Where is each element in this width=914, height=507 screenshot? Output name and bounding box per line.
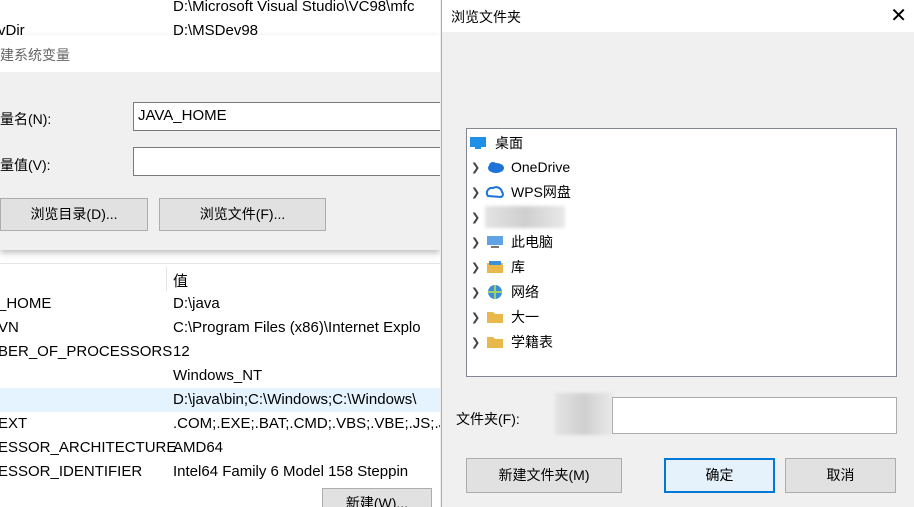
chevron-right-icon[interactable]: ❯ — [471, 186, 485, 199]
variable-name: VN — [0, 319, 19, 336]
environment-variables-window: D:\Microsoft Visual Studio\VC98\mfc vDir… — [0, 0, 440, 507]
dialog-titlebar: 浏览文件夹 ✕ — [442, 0, 914, 32]
table-row[interactable]: BER_OF_PROCESSORS 12 — [0, 340, 440, 364]
variable-value: D:\java\bin;C:\Windows;C:\Windows\ — [173, 391, 417, 408]
table-row-selected[interactable]: D:\java\bin;C:\Windows;C:\Windows\ — [0, 388, 440, 412]
chevron-right-icon[interactable]: ❯ — [471, 211, 485, 224]
tree-item-desktop[interactable]: 桌面 — [469, 131, 523, 155]
variable-value-label: 量值(V): — [0, 157, 51, 173]
path-row-value: D:\Microsoft Visual Studio\VC98\mfc — [173, 0, 415, 15]
desktop-icon — [469, 135, 489, 151]
chevron-right-icon[interactable]: ❯ — [471, 286, 485, 299]
variable-name-label: 量名(N): — [0, 111, 52, 127]
tree-item-onedrive[interactable]: ❯ OneDrive — [471, 155, 570, 179]
tree-item-label: 库 — [511, 259, 525, 275]
dialog-title: 浏览文件夹 — [451, 9, 521, 25]
tree-item-label: OneDrive — [511, 159, 571, 175]
table-row[interactable]: VN C:\Program Files (x86)\Internet Explo — [0, 316, 440, 340]
tree-item-redacted[interactable]: ❯ — [471, 205, 571, 229]
variable-value: Windows_NT — [173, 367, 263, 384]
network-icon — [485, 284, 505, 300]
tree-item-folder[interactable]: ❯ 学籍表 — [471, 330, 553, 354]
chevron-right-icon[interactable]: ❯ — [471, 336, 485, 349]
ok-button[interactable]: 确定 — [664, 458, 775, 493]
new-system-variable-dialog: 建系统变量 量名(N): JAVA_HOME 量值(V): 浏览目录(D)...… — [0, 35, 440, 250]
variable-name: _HOME — [0, 295, 52, 312]
table-row[interactable]: _HOME D:\java — [0, 292, 440, 316]
variable-value: 12 — [173, 343, 190, 360]
dialog-title: 建系统变量 — [0, 47, 70, 63]
column-separator[interactable] — [166, 267, 167, 291]
tree-item-this-pc[interactable]: ❯ 此电脑 — [471, 230, 553, 254]
redacted-area — [555, 393, 613, 435]
wps-cloud-icon — [485, 184, 505, 200]
tree-item-network[interactable]: ❯ 网络 — [471, 280, 539, 304]
chevron-right-icon[interactable]: ❯ — [471, 236, 485, 249]
tree-item-wps-cloud[interactable]: ❯ WPS网盘 — [471, 180, 571, 204]
dialog-titlebar: 建系统变量 — [0, 35, 440, 72]
new-folder-button[interactable]: 新建文件夹(M) — [466, 458, 622, 493]
variable-name: ESSOR_IDENTIFIER — [0, 463, 143, 480]
folder-icon — [485, 309, 505, 325]
tree-item-folder[interactable]: ❯ 大一 — [471, 305, 539, 329]
variable-value: AMD64 — [173, 439, 224, 456]
variables-table: 值 _HOME D:\java VN C:\Program Files (x86… — [0, 263, 440, 507]
table-row[interactable]: ESSOR_ARCHITECTURE AMD64 — [0, 436, 440, 460]
browse-file-button[interactable]: 浏览文件(F)... — [159, 198, 326, 231]
cancel-button[interactable]: 取消 — [785, 458, 896, 493]
variable-value: C:\Program Files (x86)\Internet Explo — [173, 319, 421, 336]
variable-name: EXT — [0, 415, 28, 432]
tree-item-label: 学籍表 — [511, 334, 553, 350]
table-header: 值 — [0, 267, 440, 291]
chevron-right-icon[interactable]: ❯ — [471, 311, 485, 324]
chevron-right-icon[interactable]: ❯ — [471, 161, 485, 174]
tree-item-label: 桌面 — [495, 135, 523, 151]
value-column-header[interactable]: 值 — [173, 270, 188, 291]
new-variable-button[interactable]: 新建(W)... — [322, 488, 432, 507]
tree-item-label: 网络 — [511, 284, 539, 300]
browse-folder-dialog: 浏览文件夹 ✕ 桌面 ❯ OneDrive ❯ WPS网盘 ❯ ❯ 此电脑 ❯ … — [441, 0, 914, 507]
folder-input[interactable] — [612, 397, 897, 434]
table-row[interactable]: Windows_NT — [0, 364, 440, 388]
folder-label: 文件夹(F): — [456, 411, 520, 427]
close-icon[interactable]: ✕ — [890, 3, 907, 28]
computer-icon — [485, 234, 505, 250]
blurred-icon — [485, 206, 565, 228]
folder-tree[interactable]: 桌面 ❯ OneDrive ❯ WPS网盘 ❯ ❯ 此电脑 ❯ 库 ❯ 网络 ❯… — [466, 128, 897, 377]
tree-item-library[interactable]: ❯ 库 — [471, 255, 525, 279]
tree-item-label: WPS网盘 — [511, 184, 571, 200]
variable-name: ESSOR_ARCHITECTURE — [0, 439, 177, 456]
browse-directory-button[interactable]: 浏览目录(D)... — [0, 198, 148, 231]
tree-item-label: 大一 — [511, 309, 539, 325]
variable-value: .COM;.EXE;.BAT;.CMD;.VBS;.VBE;.JS;.JS — [173, 415, 440, 432]
folder-icon — [485, 334, 505, 350]
library-icon — [485, 259, 505, 275]
table-row[interactable]: EXT .COM;.EXE;.BAT;.CMD;.VBS;.VBE;.JS;.J… — [0, 412, 440, 436]
variable-name-input[interactable]: JAVA_HOME — [133, 102, 440, 131]
chevron-right-icon[interactable]: ❯ — [471, 261, 485, 274]
variable-name: BER_OF_PROCESSORS — [0, 343, 173, 360]
variable-value-input[interactable] — [133, 147, 440, 176]
tree-item-label: 此电脑 — [511, 234, 553, 250]
variable-value: Intel64 Family 6 Model 158 Steppin — [173, 463, 409, 480]
variable-value: D:\java — [173, 295, 220, 312]
cloud-icon — [485, 159, 505, 175]
table-row[interactable]: ESSOR_IDENTIFIER Intel64 Family 6 Model … — [0, 460, 440, 484]
